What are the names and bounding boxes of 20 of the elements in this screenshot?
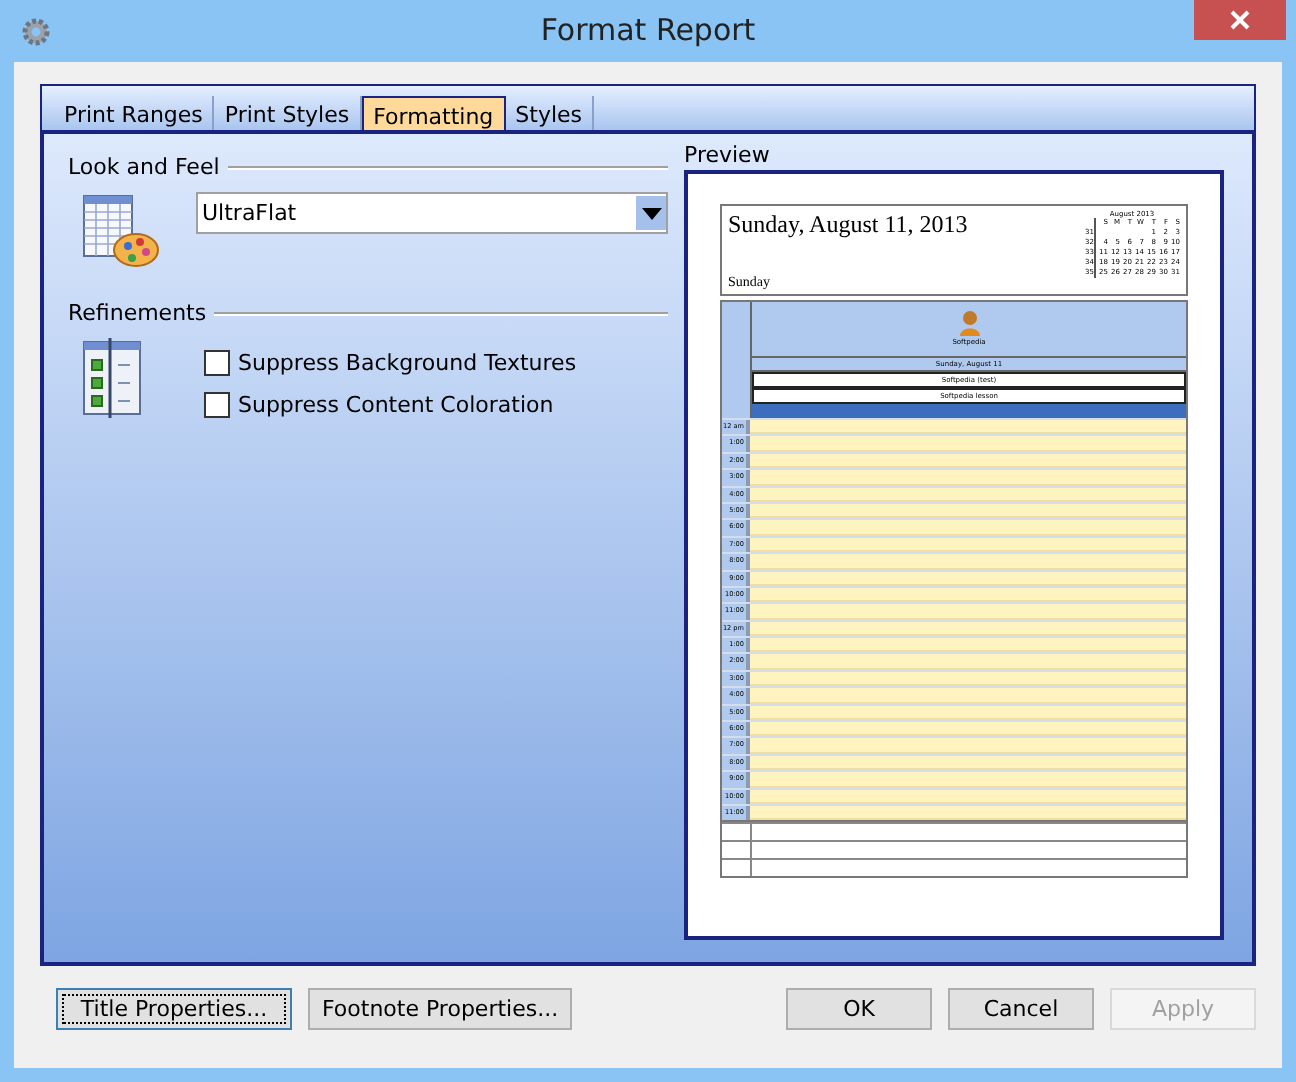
section-heading: Refinements (68, 300, 207, 326)
close-icon (1228, 8, 1252, 32)
dialog-button[interactable]: OK (786, 988, 932, 1030)
dialog-button[interactable]: Footnote Properties... (308, 988, 573, 1030)
dialog-button[interactable]: Title Properties... (56, 988, 292, 1030)
caret-icon (641, 207, 661, 219)
dialog-button[interactable]: Cancel (948, 988, 1094, 1030)
checklist-icon (80, 338, 144, 418)
date-title: Sunday, August 11, 2013 (728, 210, 968, 240)
look-and-feel-dropdown[interactable]: UltraFlat (196, 192, 668, 234)
checkbox[interactable] (204, 392, 230, 418)
checkbox-option[interactable]: Suppress Content Coloration (204, 392, 577, 418)
section-heading: Look and Feel (68, 154, 220, 180)
window-title: Format Report (538, 12, 758, 48)
close-button[interactable] (1194, 0, 1286, 40)
table-palette-icon (80, 192, 160, 272)
preview-heading: Preview (684, 142, 770, 168)
checkbox-option[interactable]: Suppress Background Textures (204, 350, 577, 376)
checkbox[interactable] (204, 350, 230, 376)
person-icon (957, 310, 981, 336)
